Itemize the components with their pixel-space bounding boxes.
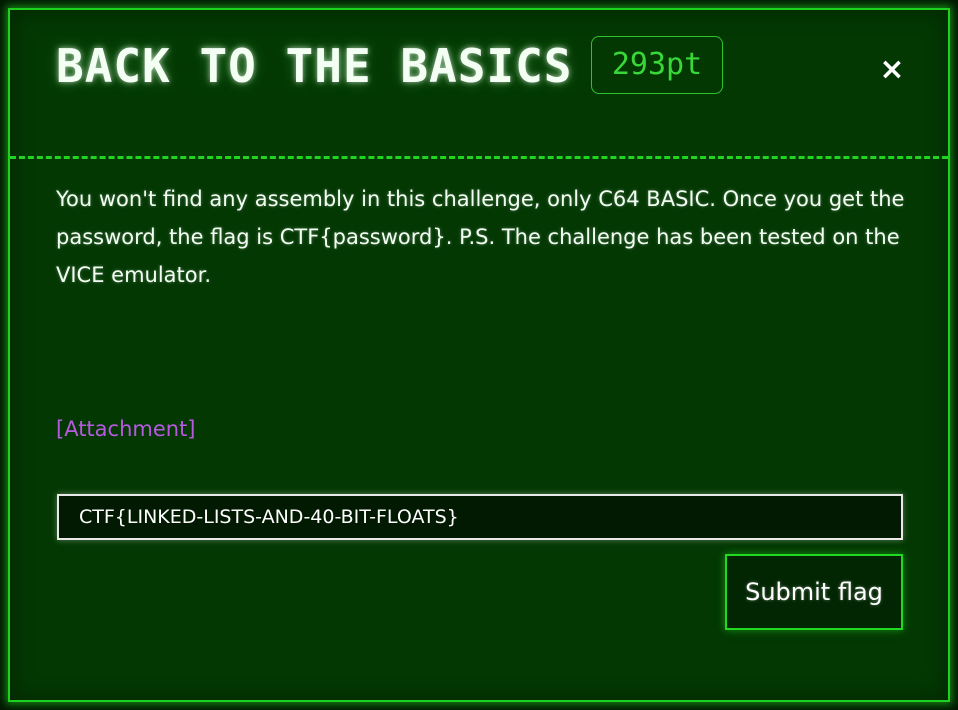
attachment-link[interactable]: [Attachment] xyxy=(56,414,196,444)
challenge-title: BACK TO THE BASICS xyxy=(56,39,573,93)
challenge-description: You won't find any assembly in this chal… xyxy=(56,187,905,287)
submit-flag-button[interactable]: Submit flag xyxy=(725,554,903,630)
challenge-modal: BACK TO THE BASICS 293pt × You won't fin… xyxy=(8,8,950,702)
header-divider xyxy=(10,156,948,159)
points-badge: 293pt xyxy=(591,36,723,94)
close-icon[interactable]: × xyxy=(872,50,912,90)
flag-input[interactable] xyxy=(57,494,903,540)
